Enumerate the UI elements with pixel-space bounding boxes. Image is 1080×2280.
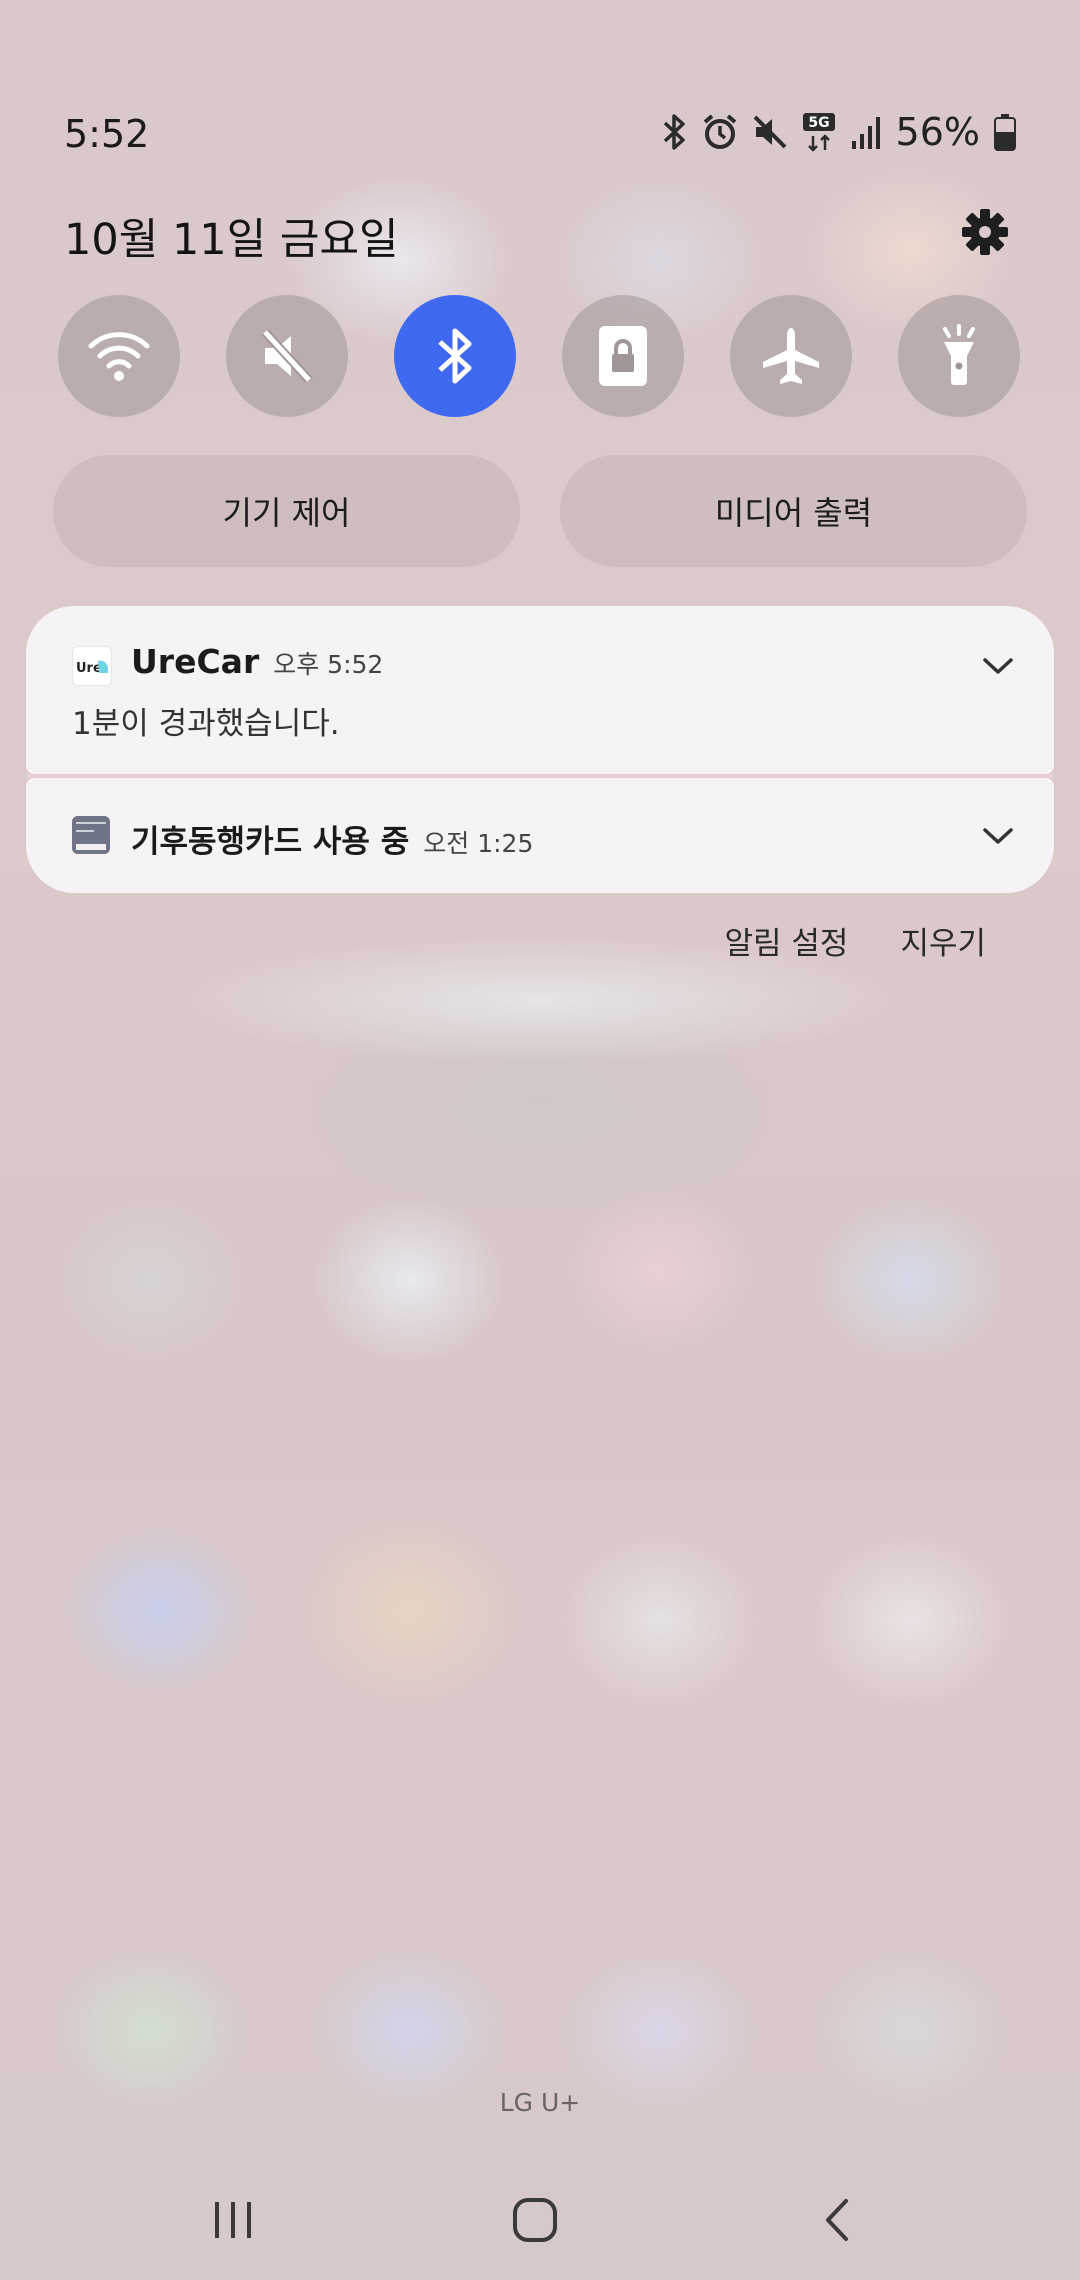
status-icons: 5G 56%: [662, 110, 1016, 154]
chevron-down-icon[interactable]: [982, 656, 1014, 676]
device-control-button[interactable]: 기기 제어: [53, 455, 520, 567]
rotation-lock-toggle[interactable]: [562, 295, 684, 417]
quick-settings-row: [58, 295, 1020, 417]
recent-apps-icon: [215, 2202, 251, 2238]
back-icon: [826, 2199, 848, 2241]
home-icon: [513, 2198, 557, 2242]
signal-icon: [851, 117, 880, 149]
quick-pill-row: 기기 제어 미디어 출력: [53, 455, 1027, 567]
date-text: 10월 11일 금요일: [64, 215, 399, 265]
bluetooth-icon: [438, 328, 472, 384]
carrier-label: LG U+: [499, 2088, 581, 2117]
mute-icon: [261, 328, 313, 384]
wifi-toggle[interactable]: [58, 295, 180, 417]
airplane-toggle[interactable]: [730, 295, 852, 417]
alarm-icon: [703, 114, 736, 149]
back-button[interactable]: [797, 2180, 877, 2260]
notification-urecar[interactable]: Ure UreCar 오후 5:52 1분이 경과했습니다.: [26, 606, 1054, 774]
flashlight-icon: [943, 324, 975, 385]
notification-app-label: 기후동행카드 사용 중: [131, 824, 410, 860]
recent-apps-button[interactable]: [193, 2180, 273, 2260]
notification-climate-card[interactable]: 기후동행카드 사용 중 오전 1:25: [26, 778, 1054, 893]
mute-icon: [753, 115, 786, 149]
notification-app-name: UreCar 오후 5:52: [131, 642, 383, 681]
notification-app-label: UreCar: [131, 642, 260, 681]
notification-actions: 알림 설정 지우기: [725, 918, 987, 963]
status-time: 5:52: [64, 112, 150, 156]
home-button[interactable]: [495, 2180, 575, 2260]
notification-time: 오후 5:52: [273, 650, 384, 679]
status-bar: 5:52 5G 56%: [0, 0, 1080, 156]
navigation-bar: [0, 2180, 1080, 2260]
chevron-down-icon[interactable]: [982, 826, 1014, 846]
svg-text:Ure: Ure: [76, 661, 102, 676]
notification-time: 오전 1:25: [423, 829, 534, 858]
tmoney-app-icon: [72, 816, 110, 854]
urecar-app-icon: Ure: [72, 646, 112, 686]
lock-icon: [599, 326, 647, 386]
5g-data-icon: 5G: [802, 113, 835, 152]
notification-app-name: 기후동행카드 사용 중 오전 1:25: [131, 816, 533, 861]
notification-settings-button[interactable]: 알림 설정: [725, 918, 849, 963]
airplane-icon: [763, 328, 819, 384]
svg-text:5G: 5G: [808, 115, 829, 131]
bluetooth-toggle[interactable]: [394, 295, 516, 417]
gear-icon[interactable]: [960, 207, 1010, 257]
clear-notifications-button[interactable]: 지우기: [900, 918, 986, 963]
battery-percent: 56%: [895, 110, 980, 154]
notification-body: 1분이 경과했습니다.: [72, 706, 340, 742]
battery-icon: [994, 114, 1016, 151]
media-output-button[interactable]: 미디어 출력: [560, 455, 1027, 567]
date-row: 10월 11일 금요일: [64, 205, 1016, 265]
bluetooth-icon: [663, 114, 685, 150]
sound-toggle[interactable]: [226, 295, 348, 417]
flashlight-toggle[interactable]: [898, 295, 1020, 417]
wifi-icon: [88, 332, 150, 381]
